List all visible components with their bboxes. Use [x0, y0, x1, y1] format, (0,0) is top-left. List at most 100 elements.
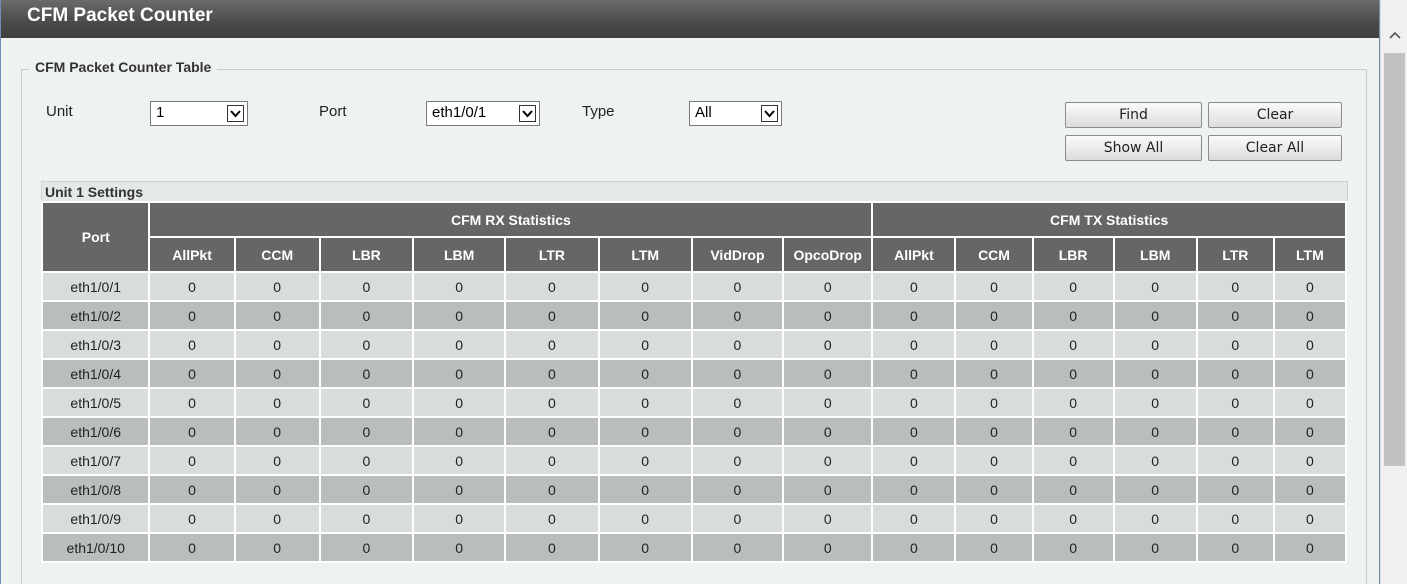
- tx-value-cell: 0: [1272, 503, 1348, 534]
- main-panel: CFM Packet Counter CFM Packet Counter Ta…: [0, 0, 1380, 584]
- table-row: eth1/0/1 0 0 0 0 0 0 0 0 0 0 0 0 0 0: [40, 271, 1348, 302]
- tx-value-cell: 0: [871, 271, 957, 302]
- rx-column-header: LBR: [318, 236, 415, 273]
- port-cell: eth1/0/2: [40, 300, 151, 331]
- rx-value-cell: 0: [782, 358, 874, 389]
- tx-value-cell: 0: [1272, 532, 1348, 563]
- rx-value-cell: 0: [690, 300, 785, 331]
- rx-value-cell: 0: [412, 474, 507, 505]
- rx-value-cell: 0: [148, 445, 236, 476]
- rx-value-cell: 0: [690, 474, 785, 505]
- rx-value-cell: 0: [782, 474, 874, 505]
- table-row: eth1/0/10 0 0 0 0 0 0 0 0 0 0 0 0 0 0: [40, 532, 1348, 563]
- rx-value-cell: 0: [504, 474, 600, 505]
- tx-column-header: LTR: [1195, 236, 1275, 273]
- tx-value-cell: 0: [1112, 416, 1198, 447]
- tx-column-header: LTM: [1272, 236, 1348, 273]
- vertical-scrollbar[interactable]: [1380, 0, 1407, 584]
- page-title: CFM Packet Counter: [1, 0, 1379, 38]
- tx-value-cell: 0: [871, 329, 957, 360]
- rx-value-cell: 0: [233, 387, 321, 418]
- rx-value-cell: 0: [318, 300, 415, 331]
- type-select[interactable]: All: [689, 101, 782, 126]
- tx-value-cell: 0: [871, 532, 957, 563]
- tx-value-cell: 0: [1195, 532, 1275, 563]
- find-button[interactable]: Find: [1065, 102, 1202, 128]
- rx-value-cell: 0: [412, 503, 507, 534]
- rx-value-cell: 0: [690, 532, 785, 563]
- rx-value-cell: 0: [597, 532, 693, 563]
- port-select-value: eth1/0/1: [432, 104, 487, 121]
- rx-value-cell: 0: [318, 532, 415, 563]
- tx-value-cell: 0: [871, 300, 957, 331]
- clear-all-button[interactable]: Clear All: [1208, 135, 1342, 161]
- rx-value-cell: 0: [148, 271, 236, 302]
- tx-value-cell: 0: [1195, 445, 1275, 476]
- tx-value-cell: 0: [1031, 329, 1115, 360]
- rx-value-cell: 0: [318, 416, 415, 447]
- rx-value-cell: 0: [233, 329, 321, 360]
- show-all-button[interactable]: Show All: [1065, 135, 1202, 161]
- table-row: eth1/0/6 0 0 0 0 0 0 0 0 0 0 0 0 0 0: [40, 416, 1348, 447]
- rx-value-cell: 0: [148, 358, 236, 389]
- rx-value-cell: 0: [412, 300, 507, 331]
- rx-value-cell: 0: [318, 358, 415, 389]
- rx-value-cell: 0: [690, 271, 785, 302]
- rx-value-cell: 0: [597, 503, 693, 534]
- tx-value-cell: 0: [1195, 387, 1275, 418]
- chevron-down-icon: [761, 105, 778, 122]
- unit-select[interactable]: 1: [150, 101, 248, 126]
- tx-value-cell: 0: [1195, 329, 1275, 360]
- table-row: eth1/0/3 0 0 0 0 0 0 0 0 0 0 0 0 0 0: [40, 329, 1348, 360]
- tx-value-cell: 0: [1031, 300, 1115, 331]
- tx-value-cell: 0: [954, 387, 1034, 418]
- rx-value-cell: 0: [690, 503, 785, 534]
- tx-value-cell: 0: [871, 416, 957, 447]
- rx-value-cell: 0: [504, 329, 600, 360]
- type-select-value: All: [695, 104, 712, 121]
- tx-value-cell: 0: [1031, 532, 1115, 563]
- rx-value-cell: 0: [597, 358, 693, 389]
- rx-value-cell: 0: [690, 416, 785, 447]
- rx-value-cell: 0: [782, 329, 874, 360]
- tx-value-cell: 0: [871, 445, 957, 476]
- rx-value-cell: 0: [504, 387, 600, 418]
- tx-value-cell: 0: [1272, 445, 1348, 476]
- rx-value-cell: 0: [412, 532, 507, 563]
- tx-value-cell: 0: [1031, 474, 1115, 505]
- scrollbar-thumb[interactable]: [1384, 53, 1405, 466]
- tx-value-cell: 0: [1272, 416, 1348, 447]
- tx-value-cell: 0: [871, 358, 957, 389]
- rx-value-cell: 0: [148, 416, 236, 447]
- tx-value-cell: 0: [1031, 358, 1115, 389]
- tx-value-cell: 0: [954, 503, 1034, 534]
- rx-column-header: AllPkt: [148, 236, 236, 273]
- rx-value-cell: 0: [690, 358, 785, 389]
- rx-value-cell: 0: [233, 503, 321, 534]
- tx-value-cell: 0: [1272, 358, 1348, 389]
- rx-column-header: LTM: [597, 236, 693, 273]
- port-cell: eth1/0/9: [40, 503, 151, 534]
- tx-column-header: AllPkt: [871, 236, 957, 273]
- tx-value-cell: 0: [954, 358, 1034, 389]
- rx-value-cell: 0: [318, 329, 415, 360]
- rx-value-cell: 0: [597, 445, 693, 476]
- rx-value-cell: 0: [597, 416, 693, 447]
- cfm-counter-table: Port CFM RX Statistics CFM TX Statistics…: [40, 201, 1348, 563]
- tx-value-cell: 0: [1112, 503, 1198, 534]
- clear-button[interactable]: Clear: [1208, 102, 1342, 128]
- tx-value-cell: 0: [1031, 271, 1115, 302]
- tx-value-cell: 0: [871, 387, 957, 418]
- tx-column-header: LBR: [1031, 236, 1115, 273]
- rx-value-cell: 0: [782, 271, 874, 302]
- port-select[interactable]: eth1/0/1: [426, 101, 540, 126]
- rx-value-cell: 0: [690, 445, 785, 476]
- scroll-up-icon[interactable]: [1381, 20, 1407, 50]
- tx-column-header: CCM: [954, 236, 1034, 273]
- rx-value-cell: 0: [782, 300, 874, 331]
- rx-value-cell: 0: [782, 416, 874, 447]
- unit-label: Unit: [46, 103, 73, 120]
- rx-value-cell: 0: [148, 387, 236, 418]
- tx-value-cell: 0: [1112, 445, 1198, 476]
- unit-select-value: 1: [156, 104, 165, 121]
